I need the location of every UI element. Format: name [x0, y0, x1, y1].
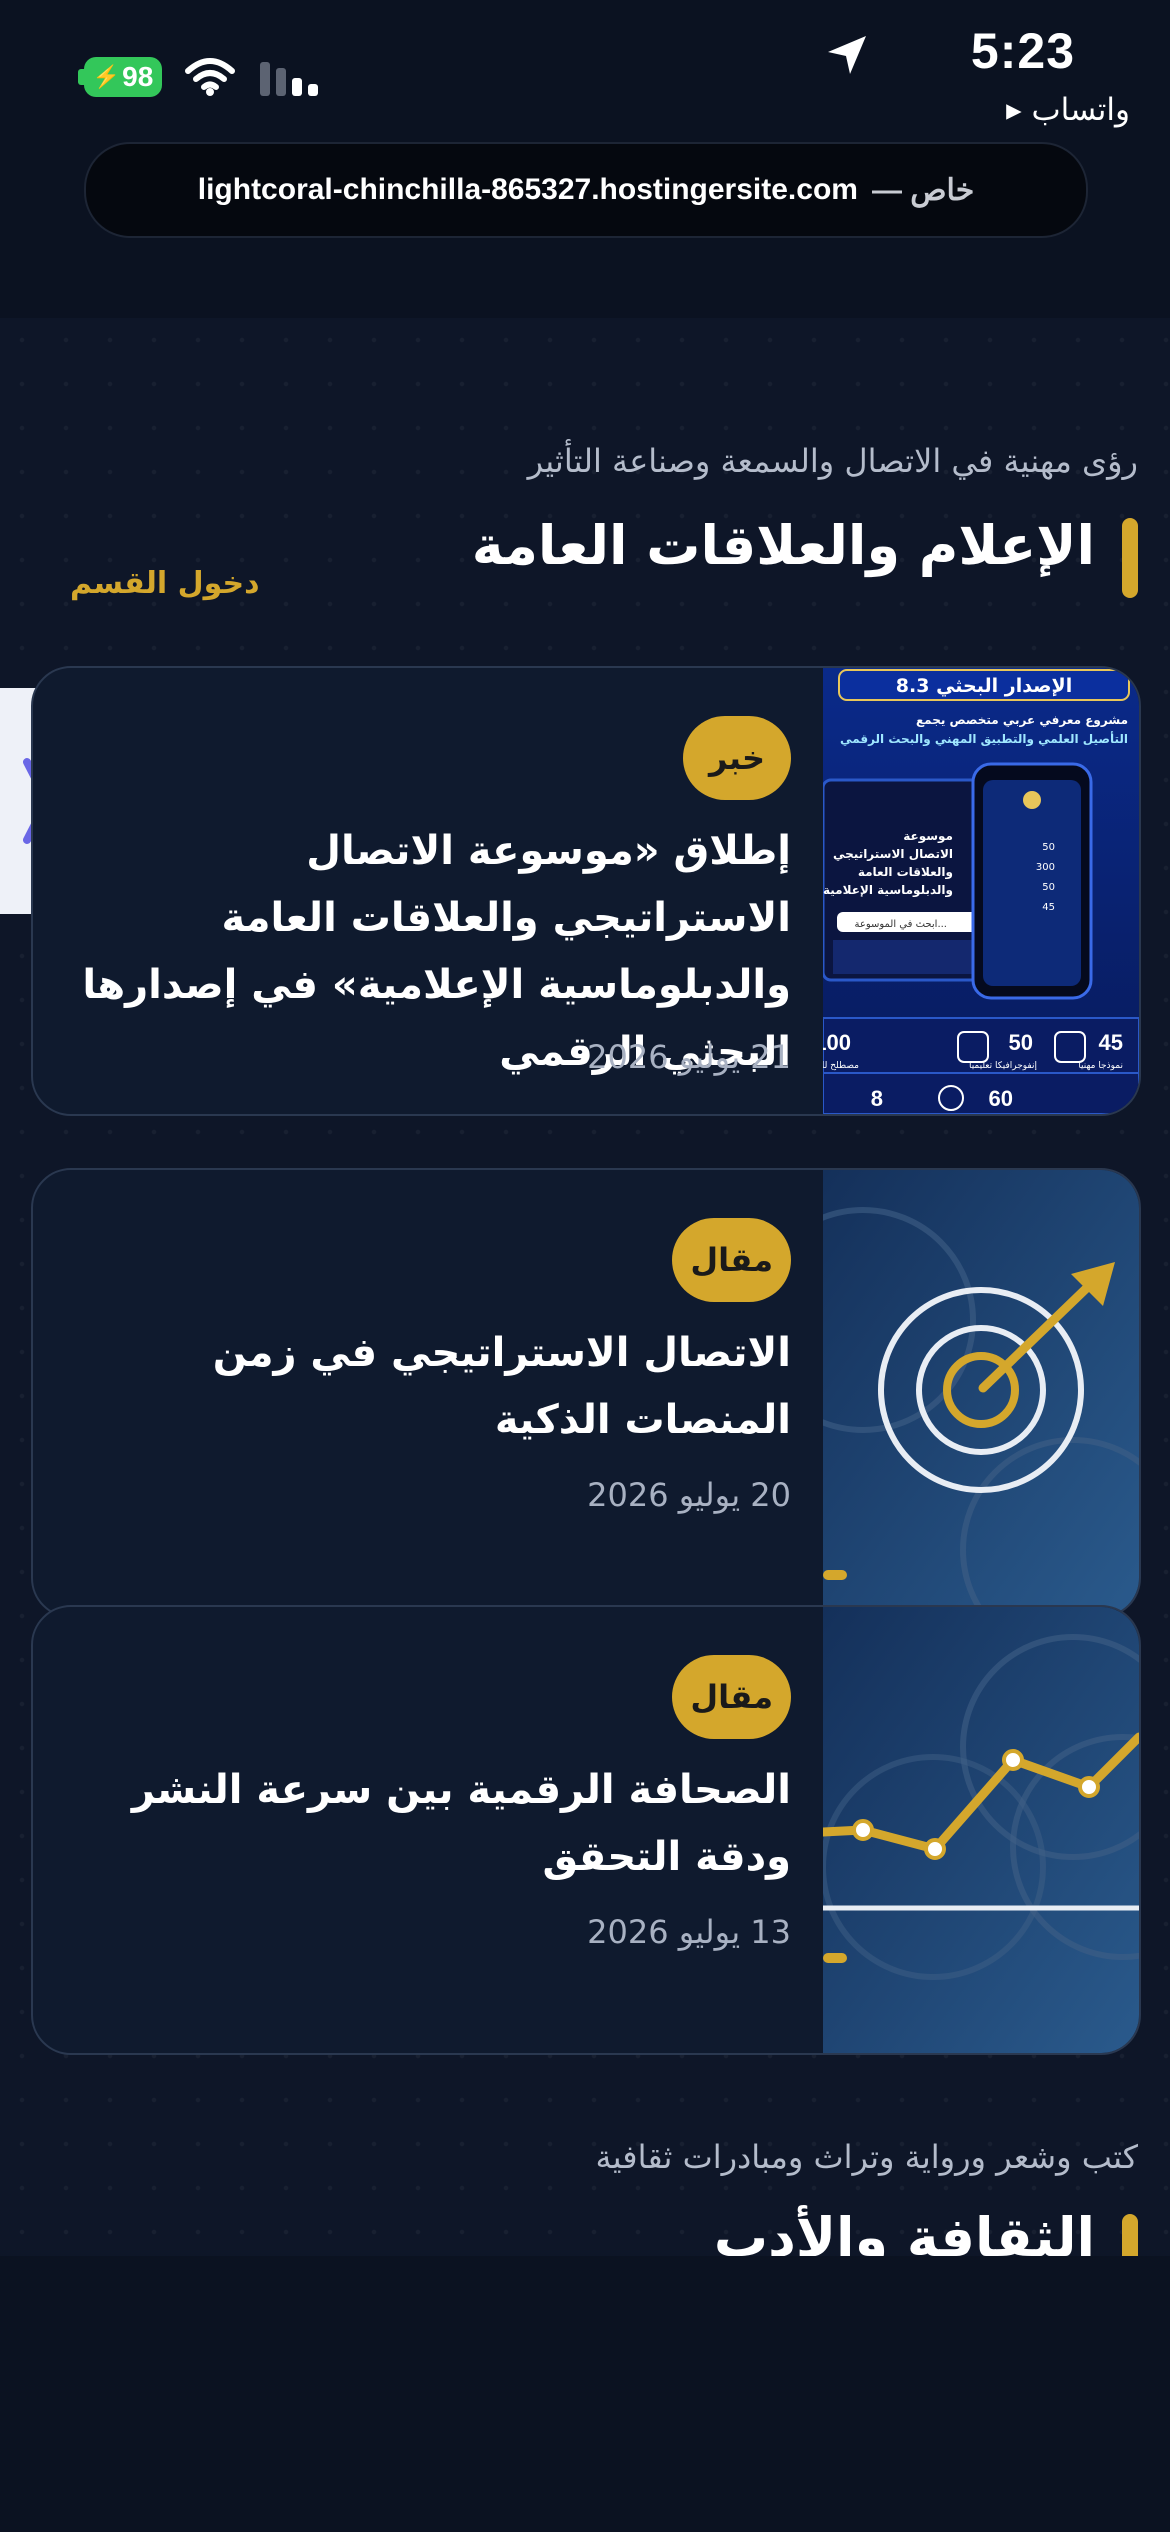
- url-prefix: خاص —: [871, 173, 975, 207]
- bolt-icon: ⚡: [92, 64, 121, 89]
- status-bar: 5:23 واتساب ▸ ⚡ 98: [0, 0, 1170, 140]
- poster-book-title-3: والعلاقات العامة: [858, 865, 953, 880]
- card-date: 13 يوليو 2026: [587, 1913, 791, 1951]
- poster-subtitle-1: مشروع معرفي عربي متخصص يجمع: [916, 713, 1128, 728]
- card-badge: مقال: [672, 1655, 791, 1739]
- phone-row-1: 50: [1042, 842, 1055, 853]
- card-body: مقال الصحافة الرقمية بين سرعة النشر ودقة…: [33, 1607, 823, 2053]
- section-title: الإعلام والعلاقات العامة: [471, 514, 1095, 577]
- article-card[interactable]: الإصدار البحثي 8.3 مشروع معرفي عربي متخص…: [31, 666, 1141, 1116]
- article-card[interactable]: مقال الاتصال الاستراتيجي في زمن المنصات …: [31, 1168, 1141, 1618]
- battery-charging-icon: ⚡ 98: [84, 57, 162, 97]
- cellular-signal-icon: [260, 62, 318, 96]
- next-section-title: الثقافة والأدب: [713, 2206, 1095, 2256]
- location-arrow-icon: [828, 36, 866, 74]
- stat-3-label: مصطلح للتحليل: [823, 1061, 859, 1071]
- card-title[interactable]: الاتصال الاستراتيجي في زمن المنصات الذكي…: [71, 1320, 791, 1454]
- next-section-accent-bar: [1122, 2214, 1138, 2256]
- card-thumbnail: الإصدار البحثي 8.3 مشروع معرفي عربي متخص…: [823, 668, 1139, 1114]
- bottom-area: [0, 2256, 1170, 2532]
- phone-row-3: 50: [1042, 882, 1055, 893]
- section-kicker: رؤى مهنية في الاتصال والسمعة وصناعة التأ…: [527, 442, 1138, 480]
- stat-4-num: 60: [989, 1086, 1013, 1111]
- poster-search-text: ابحث في الموسوعة...: [854, 919, 947, 930]
- stat-1-num: 45: [1099, 1030, 1123, 1055]
- status-time: 5:23: [970, 23, 1075, 79]
- stat-1-label: نموذجا مهنيا: [1078, 1061, 1123, 1071]
- url-text: lightcoral-chinchilla-865327.hostingersi…: [197, 173, 858, 206]
- poster-subtitle-2: التأصيل العلمي والتطبيق المهني والبحث ال…: [840, 731, 1128, 747]
- poster-book-title-1: موسوعة: [903, 829, 953, 844]
- phone-row-2: 300: [1036, 862, 1055, 873]
- line-graph-icon: [823, 1607, 1139, 2053]
- encyclopedia-poster-image: الإصدار البحثي 8.3 مشروع معرفي عربي متخص…: [823, 668, 1139, 1114]
- wifi-icon: [185, 58, 235, 96]
- poster-book-title-4: والدبلوماسية الإعلامية: [823, 883, 953, 898]
- card-body: خبر إطلاق «موسوعة الاتصال الاستراتيجي وا…: [33, 668, 823, 1114]
- stat-5-num: 8: [871, 1086, 883, 1111]
- card-badge: مقال: [672, 1218, 791, 1302]
- article-card[interactable]: مقال الصحافة الرقمية بين سرعة النشر ودقة…: [31, 1605, 1141, 2055]
- card-date: 21 يوليو 2026: [587, 1038, 791, 1076]
- card-badge: خبر: [683, 716, 791, 800]
- stat-2-label: إنفوجرافيكا تعليميا: [969, 1061, 1037, 1071]
- poster-book-title-2: الاتصال الاستراتيجي: [833, 847, 953, 861]
- url-bar[interactable]: خاص — lightcoral-chinchilla-865327.hosti…: [84, 142, 1088, 238]
- page-content: رؤى مهنية في الاتصال والسمعة وصناعة التأ…: [0, 318, 1170, 2256]
- stat-2-num: 50: [1009, 1030, 1033, 1055]
- enter-section-link[interactable]: دخول القسم: [70, 566, 260, 601]
- poster-banner: الإصدار البحثي 8.3: [896, 675, 1072, 697]
- phone-row-4: 45: [1042, 902, 1055, 913]
- battery-level: 98: [122, 61, 154, 92]
- stat-3-num: 100: [823, 1030, 851, 1055]
- card-title[interactable]: الصحافة الرقمية بين سرعة النشر ودقة التح…: [71, 1757, 791, 1891]
- card-body: مقال الاتصال الاستراتيجي في زمن المنصات …: [33, 1170, 823, 1616]
- next-section-kicker: كتب وشعر ورواية وتراث ومبادرات ثقافية: [595, 2138, 1138, 2176]
- card-thumbnail: [823, 1607, 1139, 2053]
- back-to-app-link[interactable]: واتساب ▸: [1006, 92, 1130, 128]
- target-icon: [823, 1170, 1139, 1616]
- section-accent-bar: [1122, 518, 1138, 598]
- card-date: 20 يوليو 2026: [587, 1476, 791, 1514]
- card-thumbnail: [823, 1170, 1139, 1616]
